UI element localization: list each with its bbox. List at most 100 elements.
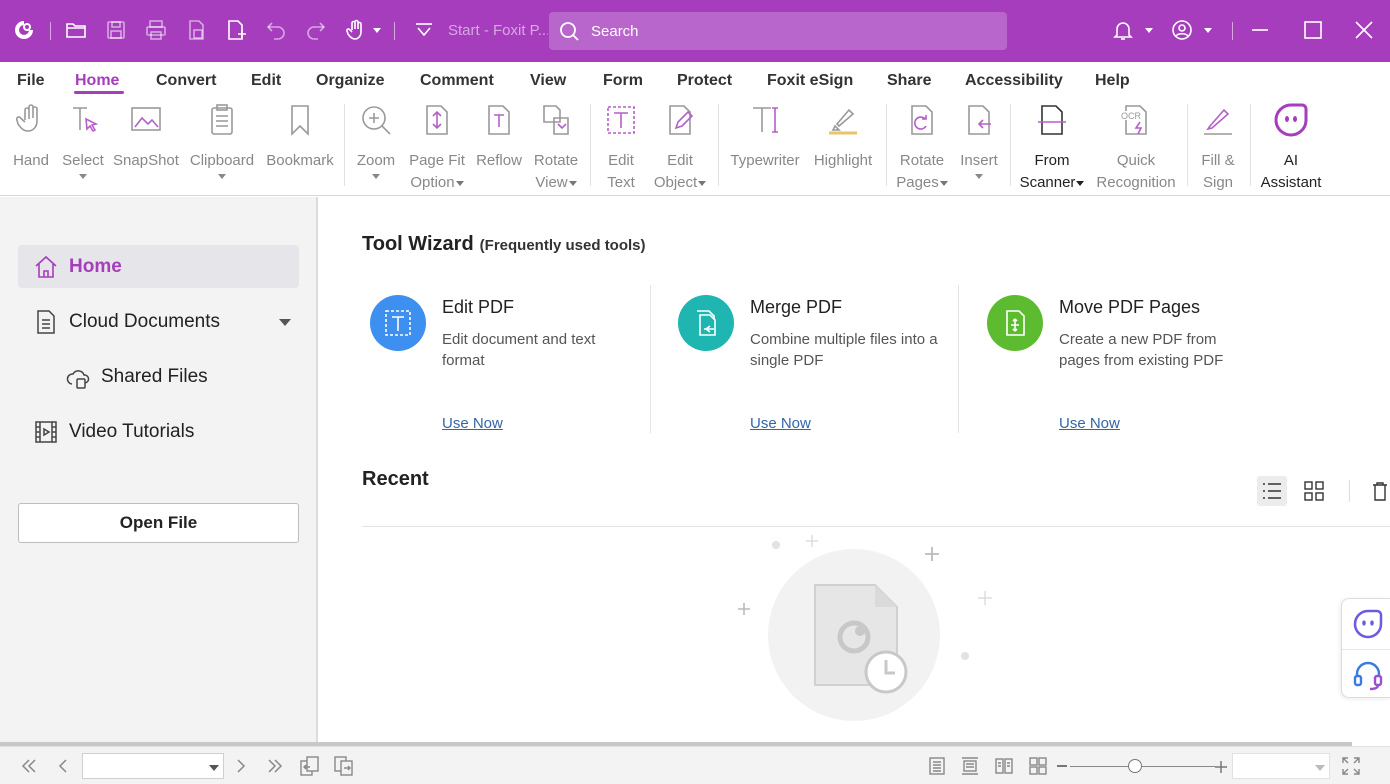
menu-help[interactable]: Help [1095,72,1130,90]
hand-tool-icon[interactable] [342,16,370,44]
menu-foxit-esign[interactable]: Foxit eSign [767,72,853,90]
edit-object-dropdown-icon[interactable] [698,180,707,186]
menu-comment[interactable]: Comment [420,72,494,90]
menu-convert[interactable]: Convert [156,72,216,90]
next-page-icon[interactable] [230,755,252,777]
page-fit-option-button[interactable]: Page Fit Option [406,102,468,194]
cloud-documents-expand-icon[interactable] [279,319,291,326]
move-pdf-pages-card[interactable]: Move PDF Pages Create a new PDF from pag… [977,285,1267,435]
merge-pdf-use-now-link[interactable]: Use Now [750,415,811,432]
continuous-facing-view-icon[interactable] [1027,755,1049,777]
snapshot-button[interactable]: SnapShot [112,102,180,172]
next-view-icon[interactable] [333,755,355,777]
list-view-button[interactable] [1257,476,1287,506]
hand-tool-dropdown-icon[interactable] [373,28,381,33]
rotate-view-dropdown-icon[interactable] [568,180,577,186]
page-number-input[interactable] [82,753,224,779]
close-icon[interactable] [1350,16,1378,44]
clear-recent-button[interactable] [1368,476,1390,506]
insert-dropdown-icon[interactable] [975,174,983,179]
ocr-icon: OCR [1120,105,1147,135]
zoom-level-dropdown-icon[interactable] [1315,765,1325,771]
select-dropdown-icon[interactable] [79,174,87,179]
search-box[interactable] [549,12,1007,50]
customize-quick-access-icon[interactable] [410,16,438,44]
open-folder-icon[interactable] [62,16,90,44]
full-screen-icon[interactable] [1340,755,1362,777]
nav-shared-files[interactable]: Shared Files [50,355,299,398]
undo-icon[interactable] [262,16,290,44]
notification-bell-icon[interactable] [1109,16,1137,44]
continuous-page-view-icon[interactable] [959,755,981,777]
nav-home[interactable]: Home [18,245,299,288]
ai-chat-bot-icon[interactable] [1352,608,1384,640]
edit-pdf-use-now-link[interactable]: Use Now [442,415,503,432]
page-number-dropdown-icon[interactable] [209,765,219,771]
card-divider [958,285,959,433]
open-file-button[interactable]: Open File [18,503,299,543]
account-icon[interactable] [1168,16,1196,44]
highlight-button[interactable]: Highlight [808,102,878,172]
pdf-to-pdf-icon[interactable] [182,16,210,44]
save-icon[interactable] [102,16,130,44]
menu-share[interactable]: Share [887,72,931,90]
insert-button[interactable]: Insert [956,102,1002,179]
nav-cloud-documents[interactable]: Cloud Documents [18,300,299,343]
redo-icon[interactable] [302,16,330,44]
merge-pdf-card[interactable]: Merge PDF Combine multiple files into a … [668,285,958,435]
last-page-icon[interactable] [264,755,286,777]
ai-assistant-button[interactable]: AI Assistant [1258,102,1324,194]
single-page-view-icon[interactable] [926,755,948,777]
zoom-out-icon[interactable] [1057,765,1067,767]
zoom-in-icon[interactable] [1215,760,1227,773]
nav-video-tutorials[interactable]: Video Tutorials [18,410,299,453]
grid-view-button[interactable] [1299,476,1329,506]
fill-and-sign-button[interactable]: Fill & Sign [1194,102,1242,194]
menu-home[interactable]: Home [75,72,119,90]
menu-form[interactable]: Form [603,72,643,90]
print-icon[interactable] [142,16,170,44]
foxit-logo-icon[interactable] [10,16,38,44]
maximize-icon[interactable] [1299,16,1327,44]
from-scanner-dropdown-icon[interactable] [1076,180,1085,186]
move-pdf-pages-use-now-link[interactable]: Use Now [1059,415,1120,432]
previous-view-icon[interactable] [299,755,321,777]
status-bar [0,746,1390,784]
minimize-icon[interactable] [1246,16,1274,44]
customer-support-headset-icon[interactable] [1352,659,1384,691]
page-fit-dropdown-icon[interactable] [455,180,464,186]
facing-page-view-icon[interactable] [993,755,1015,777]
typewriter-button[interactable]: Typewriter [728,102,802,172]
zoom-slider[interactable] [1070,766,1215,767]
from-scanner-button[interactable]: From Scanner [1018,102,1086,194]
reflow-button[interactable]: Reflow [474,102,524,172]
quick-recognition-button[interactable]: OCR Quick Recognition [1092,102,1180,194]
rotate-pages-button[interactable]: Rotate Pages [894,102,950,194]
zoom-slider-handle[interactable] [1128,759,1143,773]
first-page-icon[interactable] [18,755,40,777]
zoom-dropdown-icon[interactable] [372,174,380,179]
clipboard-button[interactable]: Clipboard [187,102,257,179]
rotate-view-button[interactable]: Rotate View [530,102,582,194]
menu-accessibility[interactable]: Accessibility [965,72,1063,90]
bookmark-button[interactable]: Bookmark [264,102,336,172]
edit-pdf-card[interactable]: Edit PDF Edit document and text format U… [360,285,650,435]
zoom-button[interactable]: Zoom [352,102,400,179]
hand-button[interactable]: Hand [8,102,54,172]
menu-organize[interactable]: Organize [316,72,384,90]
menu-protect[interactable]: Protect [677,72,732,90]
menu-edit[interactable]: Edit [251,72,281,90]
zoom-level-input[interactable] [1232,753,1330,779]
select-button[interactable]: Select [60,102,106,179]
menu-view[interactable]: View [530,72,566,90]
new-document-icon[interactable] [222,16,250,44]
menu-file[interactable]: File [17,72,45,90]
rotate-pages-dropdown-icon[interactable] [939,180,948,186]
edit-text-button[interactable]: Edit Text [598,102,644,194]
previous-page-icon[interactable] [52,755,74,777]
account-dropdown-icon[interactable] [1204,28,1212,33]
notification-dropdown-icon[interactable] [1145,28,1153,33]
clipboard-dropdown-icon[interactable] [218,174,226,179]
search-input[interactable] [591,22,971,40]
edit-object-button[interactable]: Edit Object [650,102,710,194]
